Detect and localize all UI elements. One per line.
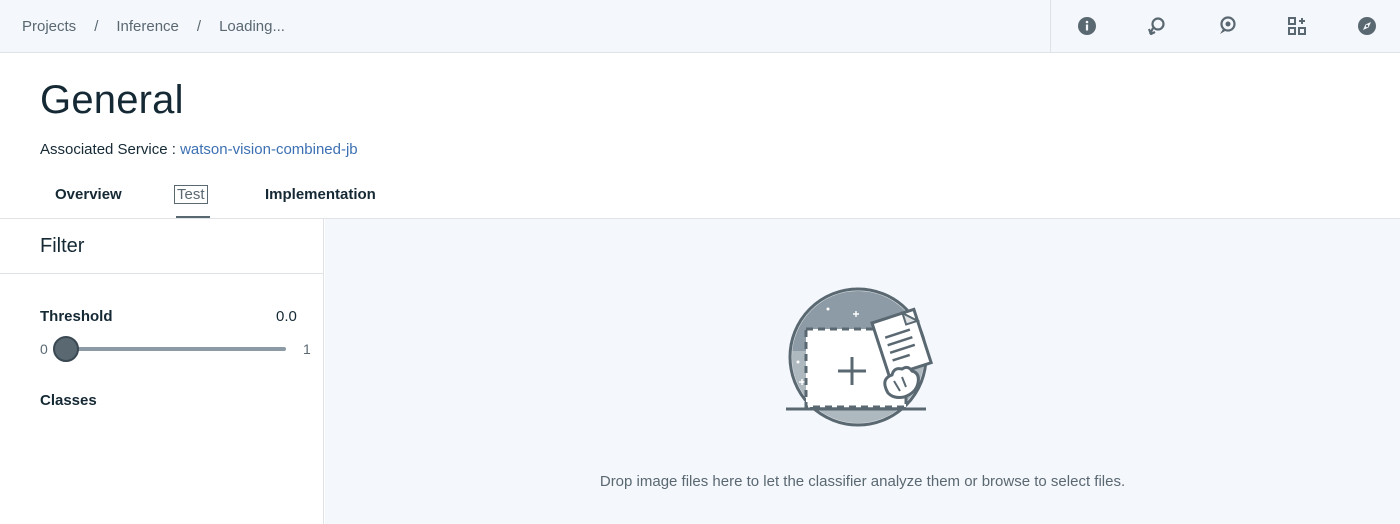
classes-label: Classes [40,392,97,409]
breadcrumb-separator: / [94,17,99,35]
tab-overview[interactable]: Overview [55,186,122,203]
top-bar: Projects / Inference / Loading... [0,0,1400,53]
threshold-value: 0.0 [276,308,297,325]
filter-divider [0,273,323,274]
dropzone-text-after: to select files. [1034,473,1126,490]
threshold-slider-handle[interactable] [53,336,79,362]
tab-test-label: Test [174,185,208,204]
page-title: General [40,78,184,122]
header-icon-bar [1050,0,1400,52]
upload-illustration-icon [786,287,934,427]
apps-icon[interactable] [1286,15,1308,37]
info-icon[interactable] [1076,15,1098,37]
breadcrumb-projects[interactable]: Projects [22,18,76,35]
tab-test[interactable]: Test [174,185,208,204]
breadcrumb: Projects / Inference / Loading... [22,0,285,52]
slider-max-label: 1 [303,341,311,357]
breadcrumb-inference[interactable]: Inference [116,18,179,35]
filter-sidebar: Filter Threshold 0.0 0 1 Classes [0,219,324,524]
filter-title: Filter [40,235,85,257]
associated-service-label: Associated Service : [40,141,176,158]
browse-files-link[interactable]: browse [982,473,1030,490]
breadcrumb-separator: / [196,17,202,35]
breadcrumb-current: Loading... [219,17,285,35]
dropzone-text-before: Drop image files here to let the classif… [599,473,978,490]
tab-overview-label: Overview [55,186,122,203]
compass-icon[interactable] [1356,15,1378,37]
associated-service: Associated Service : watson-vision-combi… [40,141,358,158]
threshold-label: Threshold [40,308,113,325]
dropzone-instructions: Drop image files here to let the classif… [325,473,1400,490]
associated-service-link[interactable]: watson-vision-combined-jb [180,141,358,158]
refresh-icon[interactable] [1146,15,1168,37]
tab-bar: Overview Test Implementation [0,185,1400,218]
threshold-slider-track[interactable] [66,347,286,351]
tab-implementation-label: Implementation [265,186,376,203]
slider-min-label: 0 [40,341,48,357]
chat-icon[interactable] [1216,15,1238,37]
image-dropzone[interactable]: Drop image files here to let the classif… [325,219,1400,524]
tab-implementation[interactable]: Implementation [265,186,376,203]
